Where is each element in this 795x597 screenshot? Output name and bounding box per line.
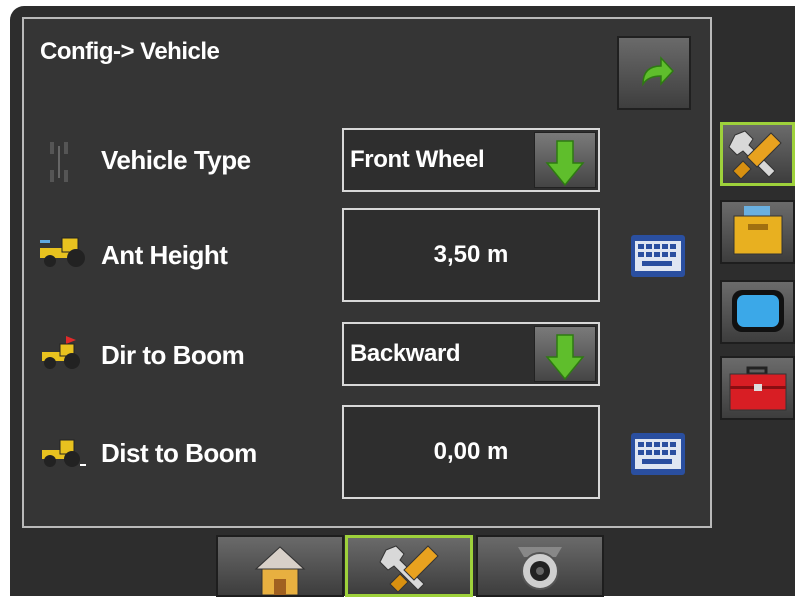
wheelbase-icon (48, 140, 72, 184)
vehicle-type-dropdown[interactable]: Front Wheel (342, 128, 600, 192)
keyboard-icon[interactable] (630, 234, 686, 278)
tractor-antenna-icon (40, 234, 90, 268)
arrow-down-icon (545, 140, 585, 187)
page-title: Config-> Vehicle (40, 38, 220, 65)
display-icon (732, 290, 784, 332)
bottom-nav-home[interactable] (216, 535, 344, 597)
vehicle-type-label: Vehicle Type (101, 145, 251, 175)
return-button[interactable] (617, 36, 691, 110)
home-icon (254, 546, 306, 595)
dist-to-boom-label: Dist to Boom (101, 438, 257, 468)
dist-to-boom-input[interactable]: 0,00 m (342, 405, 600, 499)
dir-to-boom-dropdown-button[interactable] (534, 326, 596, 382)
tools-icon (728, 130, 782, 180)
tractor-distance-icon (40, 432, 90, 467)
tools-icon (379, 545, 439, 593)
sidebar-item-display[interactable] (720, 280, 795, 344)
vehicle-type-value: Front Wheel (350, 146, 485, 173)
toolbox-icon (729, 366, 787, 411)
arrow-down-icon (545, 334, 585, 381)
dir-to-boom-value: Backward (350, 340, 461, 367)
sidebar-item-toolbox[interactable] (720, 356, 795, 420)
ant-height-value: 3,50 m (433, 241, 509, 268)
ant-height-input[interactable]: 3,50 m (342, 208, 600, 302)
bottom-nav-camera[interactable] (476, 535, 604, 597)
dir-to-boom-dropdown[interactable]: Backward (342, 322, 600, 386)
sidebar-item-files[interactable] (720, 200, 795, 264)
sidebar-item-tools[interactable] (720, 122, 795, 186)
vehicle-type-dropdown-button[interactable] (534, 132, 596, 188)
keyboard-icon[interactable] (630, 432, 686, 476)
return-arrow-icon (642, 56, 675, 87)
file-drawer-icon (733, 206, 783, 255)
tractor-direction-icon (40, 334, 90, 369)
dir-to-boom-label: Dir to Boom (101, 340, 245, 370)
bottom-nav-tools[interactable] (345, 535, 473, 597)
dist-to-boom-value: 0,00 m (433, 438, 509, 465)
ant-height-label: Ant Height (101, 240, 228, 270)
camera-icon (518, 547, 562, 590)
